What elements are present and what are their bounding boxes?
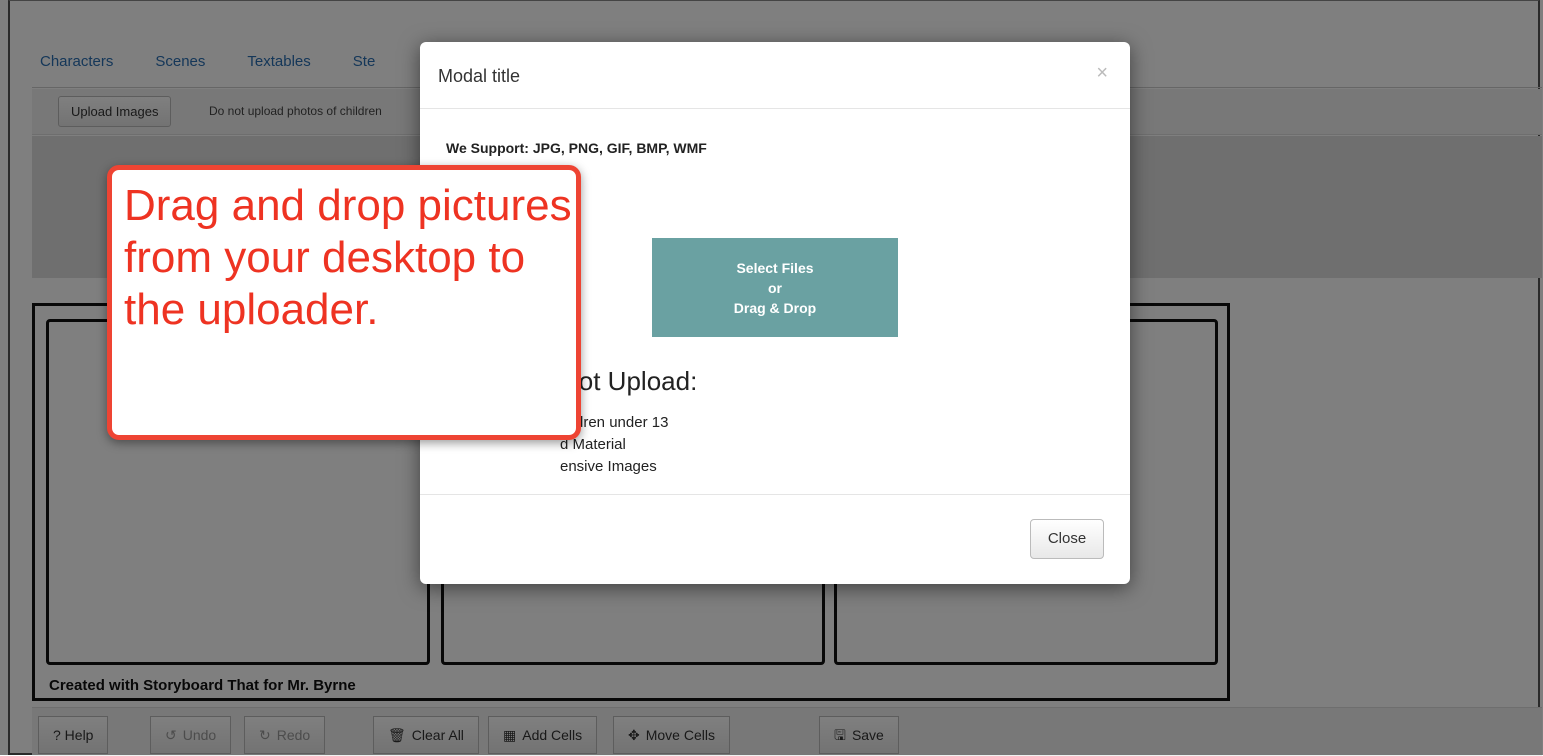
dropzone-line-2: or xyxy=(768,279,782,296)
close-icon[interactable]: × xyxy=(1096,62,1108,85)
dropzone-line-1: Select Files xyxy=(736,259,814,276)
modal-header: Modal title × xyxy=(420,42,1130,109)
dropzone-line-3: Drag & Drop xyxy=(733,299,817,316)
close-button[interactable]: Close xyxy=(1030,519,1104,559)
modal-footer: Close xyxy=(420,494,1130,584)
modal-title: Modal title xyxy=(438,66,521,86)
rule-item: ensive Images xyxy=(560,458,657,475)
supported-formats: We Support: JPG, PNG, GIF, BMP, WMF xyxy=(446,140,707,156)
file-dropzone[interactable]: Select Files or Drag & Drop xyxy=(652,238,898,337)
instruction-callout: Drag and drop pictures from your desktop… xyxy=(107,165,581,440)
callout-text: Drag and drop pictures from your desktop… xyxy=(124,181,572,334)
